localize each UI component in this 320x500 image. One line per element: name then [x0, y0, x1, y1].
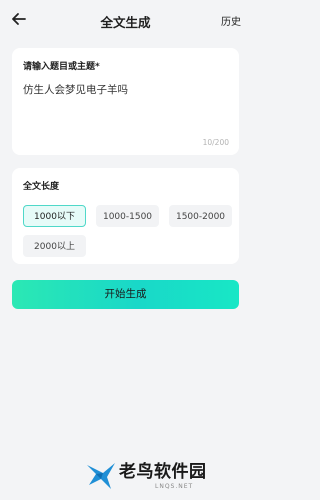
bird-logo-icon — [87, 463, 115, 489]
length-option-over-2000[interactable]: 2000以上 — [23, 235, 86, 257]
watermark-url: LNQS.NET — [155, 483, 194, 490]
history-button[interactable]: 历史 — [221, 13, 241, 28]
topic-label: 请输入题目或主题* — [23, 62, 100, 72]
character-counter: 10/200 — [202, 138, 229, 147]
watermark: 老鸟软件园 LNQS.NET — [85, 455, 235, 495]
length-label: 全文长度 — [23, 182, 60, 192]
length-card: 全文长度 1000以下 1000-1500 1500-2000 2000以上 — [12, 168, 239, 264]
length-option-1500-2000[interactable]: 1500-2000 — [169, 205, 232, 227]
watermark-name: 老鸟软件园 — [119, 462, 207, 482]
topic-input[interactable]: 仿生人会梦见电子羊吗 — [23, 82, 228, 130]
top-bar: 全文生成 历史 — [0, 0, 251, 40]
topic-card: 请输入题目或主题* 仿生人会梦见电子羊吗 10/200 — [12, 48, 239, 155]
length-option-under-1000[interactable]: 1000以下 — [23, 205, 86, 227]
length-option-1000-1500[interactable]: 1000-1500 — [96, 205, 159, 227]
start-generate-button[interactable]: 开始生成 — [12, 280, 239, 309]
page-title: 全文生成 — [100, 15, 151, 30]
